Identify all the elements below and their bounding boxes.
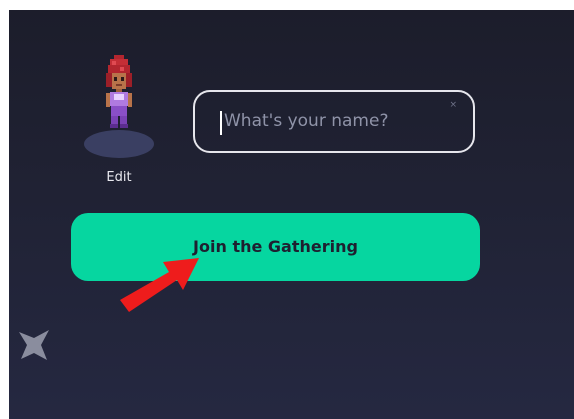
screenshot-frame: Edit What's your name? × Join the Gather…: [0, 0, 574, 419]
character-sprite-icon: [106, 55, 132, 128]
red-arrow-icon: [120, 258, 199, 312]
name-input[interactable]: What's your name? ×: [193, 90, 475, 153]
avatar[interactable]: [84, 55, 154, 160]
edit-avatar-link[interactable]: Edit: [84, 170, 154, 185]
clear-icon[interactable]: ×: [449, 100, 457, 110]
sparkle-icon: [19, 330, 49, 360]
text-caret: [220, 111, 222, 135]
join-panel: Edit What's your name? × Join the Gather…: [9, 10, 574, 419]
join-gathering-button-label: Join the Gathering: [193, 236, 358, 256]
name-input-placeholder: What's your name?: [224, 111, 389, 131]
